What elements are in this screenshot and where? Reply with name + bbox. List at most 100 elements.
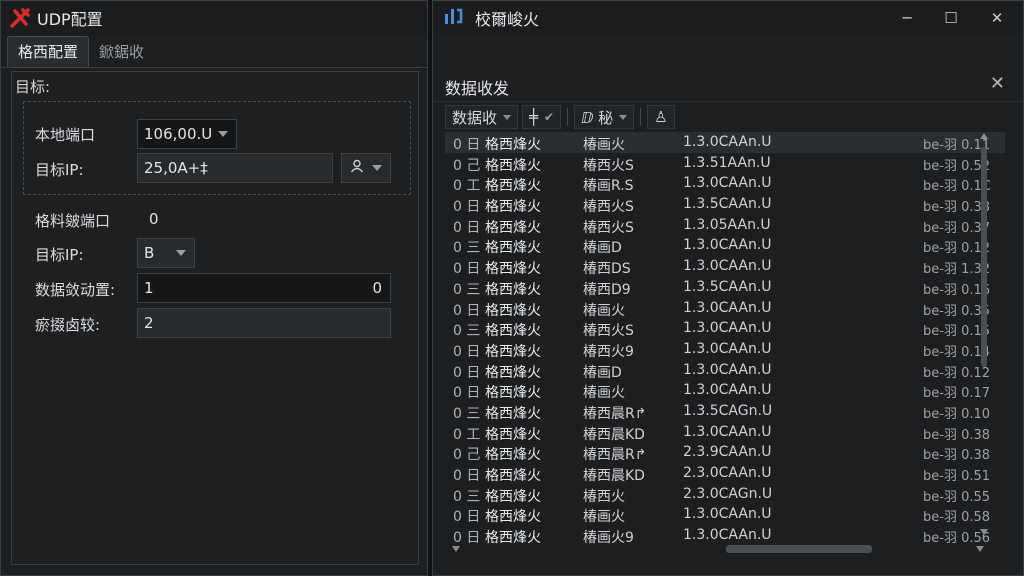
row-address: 1.3.0CAAn.U	[683, 299, 772, 316]
row-index: 0 己	[453, 447, 481, 464]
tab-config[interactable]: 格西配置	[7, 36, 90, 67]
table-row[interactable]: 0 日格西烽火 椿西DS 1.3.0CAAn.U be-羽 1.32	[445, 256, 1005, 277]
row-address: 1.3.0CAAn.U	[683, 527, 772, 544]
row-index: 0 己	[453, 157, 481, 174]
vertical-scrollbar[interactable]	[978, 131, 988, 545]
row-source: 格西烽火	[485, 137, 541, 153]
row-source: 格西烽火	[485, 447, 541, 464]
horizontal-scroll-thumb[interactable]	[726, 545, 872, 553]
table-row[interactable]: 0 日格西烽火 椿西晨KD 2.3.0CAAn.U be-羽 0.51	[445, 463, 1005, 484]
target-ip-input[interactable]: 25,0A+‡	[137, 153, 333, 183]
scroll-left-icon[interactable]	[452, 546, 460, 552]
left-titlebar: UDP配置	[1, 1, 427, 35]
left-tab-bar: 格西配置 鍁鋸收	[1, 35, 427, 68]
user-icon	[350, 159, 364, 177]
row-index: 0 三	[453, 240, 481, 257]
row-address: 1.3.0CAAn.U	[683, 423, 772, 440]
row-index: 0 日	[453, 261, 481, 278]
panel-header: 数据收发	[433, 73, 1023, 102]
local-port-value: 106,00.U	[144, 125, 213, 143]
table-row[interactable]: 0 工格西烽火 椿西晨KD 1.3.0CAAn.U be-羽 0.38	[445, 422, 1005, 443]
row-source: 格西烽火	[485, 302, 541, 319]
left-window-title: UDP配置	[37, 10, 103, 29]
row-name: 椿西晨KD	[583, 468, 645, 484]
row-name: 椿西火S	[583, 157, 634, 174]
toolbar-divider	[640, 108, 642, 126]
mode-label: ⅅ 秘	[581, 108, 614, 127]
table-row[interactable]: 0 己格西烽火 椿西晨R↱ 2.3.9CAAn.U be-羽 0.38	[445, 442, 1005, 463]
udp-config-window: UDP配置 格西配置 鍁鋸收 目标: 本地端口 106,00.U 目标IP: 2…	[0, 0, 428, 576]
row-index: 0 日	[453, 219, 481, 236]
row-address: 1.3.0CAAn.U	[683, 175, 772, 192]
user-filter-button[interactable]: ♙	[647, 105, 675, 129]
mode-dropdown[interactable]: ⅅ 秘	[574, 105, 635, 129]
row-address: 1.3.0CAAn.U	[683, 237, 772, 254]
table-row[interactable]: 0 日格西烽火 椿画火 1.3.0CAAn.U be-羽 0.58	[445, 504, 1005, 525]
panel-close-icon[interactable]: ✕	[990, 73, 1005, 94]
app-icon	[443, 6, 463, 30]
row-source: 格西烽火	[485, 468, 541, 484]
close-icon[interactable]: ✕	[983, 7, 1011, 29]
logo-x-icon	[9, 7, 31, 29]
row-address: 1.3.0CAAn.U	[683, 382, 772, 399]
row-source: 格西烽火	[485, 323, 541, 340]
row-index: 0 日	[453, 468, 481, 484]
local-port-select[interactable]: 106,00.U	[137, 119, 237, 149]
row-name: 椿西火S	[583, 323, 634, 340]
table-row[interactable]: 0 工格西烽火 椿画R.S 1.3.0CAAn.U be-羽 0.1C	[445, 173, 1005, 194]
row-address: 1.3.0CAAn.U	[683, 340, 772, 357]
table-row[interactable]: 0 三格西烽火 椿西火 2.3.0CAGn.U be-羽 0.55	[445, 484, 1005, 505]
data-dropdown[interactable]: 数据收	[445, 105, 519, 129]
data-count-input[interactable]: 2	[137, 308, 391, 338]
table-row[interactable]: 0 三格西烽火 椿画D 1.3.0CAAn.U be-羽 0.12	[445, 235, 1005, 256]
table-row[interactable]: 0 三格西烽火 椿西D9 1.3.5CAAn.U be-羽 0.16	[445, 277, 1005, 298]
row-address: 1.3.0CAAn.U	[683, 258, 772, 275]
row-name: 椿西火S	[583, 219, 634, 236]
user-icon: ♙	[654, 108, 668, 126]
data-count-label: 瘀掇卤较:	[35, 316, 101, 334]
target-ip2-select[interactable]: B	[137, 238, 195, 268]
table-row[interactable]: 0 三格西烽火 椿西晨R↱ 1.3.5CAGn.U be-羽 0.10	[445, 401, 1005, 422]
tab-receive[interactable]: 鍁鋸收	[89, 37, 154, 67]
pin-button[interactable]: ╪ ✔	[522, 105, 562, 129]
row-name: 椿西火S	[583, 199, 634, 216]
row-index: 0 日	[453, 385, 481, 402]
scroll-right-icon[interactable]	[976, 546, 984, 552]
row-name: 椿画火	[583, 385, 625, 402]
row-source: 格西烽火	[485, 488, 541, 505]
table-row[interactable]: 0 日格西烽火 椿西火S 1.3.5CAAn.U be-羽 0.38	[445, 194, 1005, 215]
row-name: 椿西火	[583, 488, 625, 505]
row-source: 格西烽火	[485, 157, 541, 174]
row-address: 1.3.0CAAn.U	[683, 361, 772, 378]
vertical-scroll-thumb[interactable]	[981, 147, 987, 367]
row-source: 格西烽火	[485, 405, 541, 422]
user-select[interactable]	[341, 153, 391, 183]
table-row[interactable]: 0 日格西烽火 椿西火S 1.3.05AAn.U be-羽 0.37	[445, 215, 1005, 236]
table-row[interactable]: 0 日格西烽火 椿画火 1.3.0CAAn.U be-羽 0.11	[445, 132, 1005, 153]
table-row[interactable]: 0 己格西烽火 椿西火S 1.3.51AAn.U be-羽 0.52	[445, 153, 1005, 174]
right-window-title: 校爾峻火	[475, 10, 540, 29]
row-address: 1.3.0CAAn.U	[683, 320, 772, 337]
scroll-down-icon[interactable]	[980, 529, 988, 535]
chevron-down-icon	[176, 250, 186, 256]
data-pos-input[interactable]: 1 0	[137, 273, 391, 303]
row-index: 0 三	[453, 405, 481, 422]
scroll-up-icon[interactable]	[980, 133, 988, 139]
table-row[interactable]: 0 三格西烽火 椿西火S 1.3.0CAAn.U be-羽 0.15	[445, 318, 1005, 339]
row-index: 0 日	[453, 364, 481, 381]
table-row[interactable]: 0 日格西烽火 椿画火 1.3.0CAAn.U be-羽 0.35	[445, 298, 1005, 319]
maximize-icon[interactable]: ☐	[937, 7, 965, 29]
row-source: 格西烽火	[485, 364, 541, 381]
table-row[interactable]: 0 日格西烽火 椿画火 1.3.0CAAn.U be-羽 0.17	[445, 380, 1005, 401]
right-titlebar: 校爾峻火	[433, 1, 1023, 35]
row-address: 1.3.5CAAn.U	[683, 278, 772, 295]
pin-icon: ╪	[529, 108, 539, 126]
table-row[interactable]: 0 日格西烽火 椿西火9 1.3.0CAAn.U be-羽 0.14	[445, 339, 1005, 360]
data-pos-value: 1	[144, 279, 154, 297]
row-name: 椿西DS	[583, 261, 631, 278]
minimize-icon[interactable]: ─	[893, 7, 921, 29]
chevron-down-icon	[619, 114, 628, 120]
horizontal-scrollbar[interactable]	[448, 543, 988, 555]
table-row[interactable]: 0 日格西烽火 椿画D 1.3.0CAAn.U be-羽 0.12	[445, 360, 1005, 381]
check-icon: ✔	[544, 110, 555, 124]
